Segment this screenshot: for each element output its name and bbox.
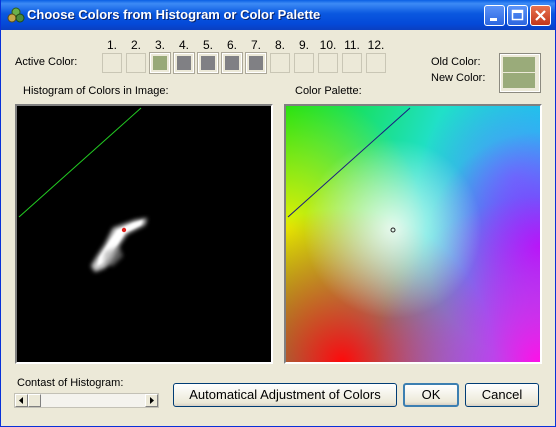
new-color-label: New Color: [431, 72, 486, 84]
slot-number-1: 1. [106, 38, 117, 52]
slot-number-2: 2. [130, 38, 141, 52]
minimize-button[interactable] [484, 5, 505, 26]
active-color-label: Active Color: [15, 56, 78, 68]
scroll-right-button[interactable] [145, 394, 158, 407]
window-title: Choose Colors from Histogram or Color Pa… [27, 7, 321, 22]
triangle-right-icon [150, 397, 154, 404]
color-slot-7[interactable] [246, 53, 266, 73]
color-slot-10[interactable] [318, 53, 338, 73]
slot-number-4: 4. [178, 38, 189, 52]
old-color-label: Old Color: [431, 56, 481, 68]
slot-number-11: 11. [344, 38, 360, 52]
slot-number-12: 12. [367, 38, 385, 52]
app-icon [7, 7, 25, 23]
color-slot-1[interactable] [102, 53, 122, 73]
slot-number-10: 10. [319, 38, 337, 52]
histogram-panel[interactable] [15, 104, 273, 364]
color-palette-panel[interactable] [284, 104, 542, 364]
slot-number-5: 5. [202, 38, 213, 52]
cancel-button[interactable]: Cancel [465, 383, 539, 407]
slot-number-7: 7. [250, 38, 261, 52]
color-slot-8[interactable] [270, 53, 290, 73]
close-icon [535, 10, 546, 21]
palette-label: Color Palette: [295, 85, 362, 97]
slot-number-8: 8. [274, 38, 285, 52]
contrast-label: Contast of Histogram: [17, 377, 124, 389]
minimize-icon [490, 18, 497, 21]
color-slot-6[interactable] [222, 53, 242, 73]
color-slot-9[interactable] [294, 53, 314, 73]
color-slot-5[interactable] [198, 53, 218, 73]
palette-canvas[interactable] [286, 106, 540, 362]
maximize-icon [511, 9, 524, 21]
close-button[interactable] [530, 5, 551, 26]
title-bar[interactable]: Choose Colors from Histogram or Color Pa… [1, 0, 555, 30]
color-slot-12[interactable] [366, 53, 386, 73]
histogram-marker[interactable] [121, 227, 127, 233]
color-slot-2[interactable] [126, 53, 146, 73]
color-slot-fill [225, 56, 239, 70]
auto-adjust-button[interactable]: Automatical Adjustment of Colors [173, 383, 397, 407]
dialog-window: Choose Colors from Histogram or Color Pa… [0, 0, 556, 427]
old-color-swatch [503, 57, 535, 72]
slot-number-9: 9. [298, 38, 309, 52]
scroll-left-button[interactable] [15, 394, 28, 407]
color-slot-3[interactable] [150, 53, 170, 73]
ok-button[interactable]: OK [403, 383, 459, 407]
histogram-label: Histogram of Colors in Image: [23, 85, 169, 97]
color-slot-fill [153, 56, 167, 70]
color-slot-fill [177, 56, 191, 70]
new-color-swatch [503, 73, 535, 88]
color-slot-11[interactable] [342, 53, 362, 73]
color-slot-fill [249, 56, 263, 70]
scroll-thumb[interactable] [28, 394, 41, 407]
contrast-slider[interactable] [14, 393, 159, 408]
color-slot-fill [201, 56, 215, 70]
color-slot-4[interactable] [174, 53, 194, 73]
histogram-background [17, 106, 271, 362]
color-comparison-box [500, 54, 540, 92]
triangle-left-icon [19, 397, 23, 404]
slot-number-6: 6. [226, 38, 237, 52]
histogram-canvas[interactable] [17, 106, 271, 362]
slot-number-3: 3. [154, 38, 165, 52]
maximize-button[interactable] [507, 5, 528, 26]
